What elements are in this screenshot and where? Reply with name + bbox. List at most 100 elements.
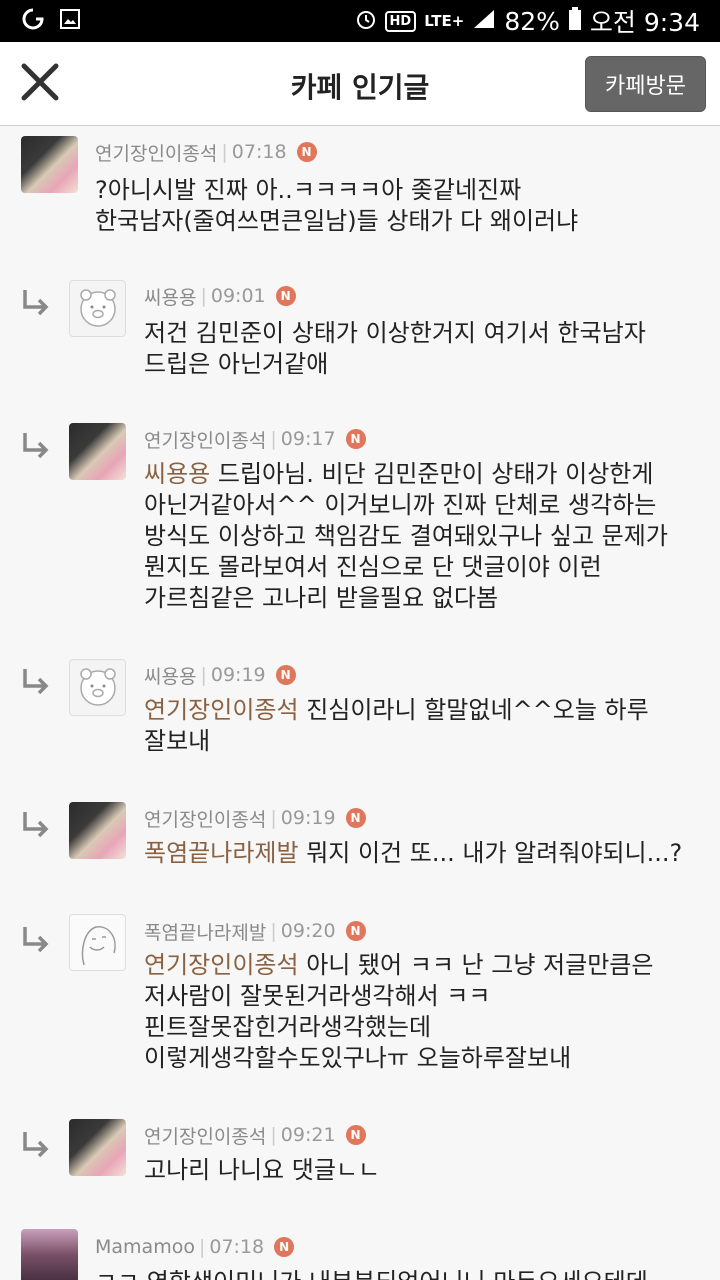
comment-author[interactable]: 연기장인이종석	[144, 805, 266, 832]
comment-meta: 연기장인이종석 | 09:21 N	[144, 1120, 366, 1150]
meta-divider: |	[200, 664, 207, 686]
comment-line: 진심이라니 할말없네^^오늘 하루	[298, 696, 649, 724]
new-badge: N	[296, 142, 317, 162]
avatar[interactable]	[69, 914, 126, 971]
reply-arrow-icon	[23, 433, 49, 459]
meta-divider: |	[200, 285, 207, 307]
hd-voice-icon: HD	[384, 10, 417, 32]
battery-percent: 82%	[504, 6, 560, 36]
mention-link[interactable]: 폭염끝나라제발	[144, 839, 299, 867]
comment-author[interactable]: Mamamoo	[95, 1236, 195, 1258]
meta-divider: |	[270, 807, 277, 829]
app-header: 카페 인기글 카페방문	[0, 42, 720, 126]
comment-author[interactable]: 연기장인이종석	[144, 1122, 266, 1149]
reply-arrow-icon	[23, 669, 49, 695]
app-notification-icon	[22, 8, 44, 35]
comment-author[interactable]: 연기장인이종석	[144, 426, 266, 453]
comment-author[interactable]: 연기장인이종석	[95, 139, 217, 166]
mention-link[interactable]: 연기장인이종석	[144, 696, 299, 724]
meta-divider: |	[198, 1236, 206, 1258]
cafe-visit-button[interactable]: 카페방문	[585, 56, 706, 112]
comment-line: 뭐지 이건 또... 내가 알려줘야되니...?	[298, 839, 683, 867]
meta-divider: |	[270, 920, 277, 942]
comment-body: ?아니시발 진짜 아..ㅋㅋㅋㅋ아 좆같네진짜 한국남자(줄여쓰면큰일남)들 상…	[95, 175, 578, 237]
comment-meta: Mamamoo | 07:18 N	[95, 1232, 295, 1262]
comment-author[interactable]: 씨용용	[144, 662, 196, 689]
comment-meta: 연기장인이종석 | 09:19 N	[144, 803, 366, 833]
new-badge: N	[345, 808, 366, 828]
comment-line: ㅋㅋ 연합생이미니가 내부분되었어니니 마두요세요테데	[95, 1267, 648, 1280]
avatar[interactable]	[21, 1229, 78, 1280]
comment-line: 뭔지도 몰라보여서 진심으로 단 댓글이야 이런	[144, 553, 602, 581]
comment-line: 저건 김민준이 상태가 이상한거지 여기서 한국남자	[144, 319, 646, 347]
comment-item[interactable]: 연기장인이종석 | 07:18 N ?아니시발 진짜 아..ㅋㅋㅋㅋ아 좆같네진…	[0, 127, 720, 270]
new-badge: N	[275, 665, 296, 685]
new-badge: N	[274, 1237, 295, 1257]
new-badge: N	[275, 286, 296, 306]
comment-time: 07:18	[209, 1236, 265, 1258]
comment-line: 아닌거같아서^^ 이거보니까 진짜 단체로 생각하는	[144, 491, 657, 519]
comment-author[interactable]: 씨용용	[144, 283, 196, 310]
new-badge: N	[345, 1125, 366, 1145]
avatar[interactable]	[69, 1119, 126, 1176]
comment-line: 드립은 아닌거같애	[144, 350, 329, 378]
reply-item[interactable]: 연기장인이종석 | 09:17 N 씨용용 드립아님. 비단 김민준만이 상태가…	[0, 418, 720, 650]
signal-icon	[472, 8, 496, 35]
meta-divider: |	[270, 428, 277, 450]
meta-divider: |	[270, 1124, 277, 1146]
reply-item[interactable]: 연기장인이종석 | 09:19 N 폭염끝나라제발 뭐지 이건 또... 내가 …	[0, 797, 720, 907]
meta-divider: |	[221, 141, 228, 163]
comment-body: 씨용용 드립아님. 비단 김민준만이 상태가 이상한게 아닌거같아서^^ 이거보…	[144, 459, 668, 614]
comment-body: 폭염끝나라제발 뭐지 이건 또... 내가 알려줘야되니...?	[144, 838, 682, 869]
comment-author[interactable]: 폭염끝나라제발	[144, 918, 266, 945]
reply-item[interactable]: 연기장인이종석 | 09:21 N 고나리 나니요 댓글ㄴㄴ	[0, 1117, 720, 1217]
reply-item[interactable]: 씨용용 | 09:19 N 연기장인이종석 진심이라니 할말없네^^오늘 하루 …	[0, 654, 720, 794]
comment-time: 09:20	[280, 920, 336, 942]
comment-line: 저사람이 잘못된거라생각해서 ㅋㅋ	[144, 982, 491, 1010]
avatar[interactable]	[69, 280, 126, 337]
comment-time: 09:01	[210, 285, 266, 307]
comment-meta: 씨용용 | 09:01 N	[144, 281, 296, 311]
mention-link[interactable]: 연기장인이종석	[144, 951, 299, 979]
reply-arrow-icon	[23, 290, 49, 316]
reply-item[interactable]: 씨용용 | 09:01 N 저건 김민준이 상태가 이상한거지 여기서 한국남자…	[0, 275, 720, 415]
kakao-character-icon	[80, 289, 116, 327]
alarm-icon	[355, 8, 377, 35]
comment-time: 09:19	[280, 807, 336, 829]
comment-meta: 폭염끝나라제발 | 09:20 N	[144, 916, 366, 946]
comment-body: 저건 김민준이 상태가 이상한거지 여기서 한국남자 드립은 아닌거같애	[144, 318, 646, 380]
comment-line: 고나리 나니요 댓글ㄴㄴ	[144, 1156, 381, 1184]
comment-item[interactable]: Mamamoo | 07:18 N ㅋㅋ 연합생이미니가 내부분되었어니니 마두…	[0, 1227, 720, 1280]
reply-arrow-icon	[23, 927, 49, 953]
avatar[interactable]	[69, 659, 126, 716]
image-notification-icon	[60, 8, 80, 34]
avatar[interactable]	[69, 423, 126, 480]
comment-line: 드립아님. 비단 김민준만이 상태가 이상한게	[210, 460, 654, 488]
clock: 오전 9:34	[589, 8, 700, 37]
comment-body: 고나리 나니요 댓글ㄴㄴ	[144, 1155, 380, 1186]
comment-line: ?아니시발 진짜 아..ㅋㅋㅋㅋ아 좆같네진짜	[95, 176, 522, 204]
mention-link[interactable]: 씨용용	[144, 460, 210, 488]
comment-meta: 연기장인이종석 | 07:18 N	[95, 137, 317, 167]
comment-time: 09:17	[280, 428, 336, 450]
reply-arrow-icon	[23, 812, 49, 838]
new-badge: N	[345, 429, 366, 449]
comment-meta: 씨용용 | 09:19 N	[144, 660, 296, 690]
comment-time: 07:18	[231, 141, 287, 163]
comment-meta: 연기장인이종석 | 09:17 N	[144, 424, 366, 454]
comment-body: 연기장인이종석 진심이라니 할말없네^^오늘 하루 잘보내	[144, 695, 649, 757]
comment-line: 가르침같은 고나리 받을필요 없다봄	[144, 584, 499, 612]
comment-body: 연기장인이종석 아니 됐어 ㅋㅋ 난 그냥 저글만큼은 저사람이 잘못된거라생각…	[144, 950, 653, 1074]
comment-line: 핀트잘못잡힌거라생각했는데	[144, 1013, 432, 1041]
network-type: LTE+	[424, 12, 465, 30]
reply-item[interactable]: 폭염끝나라제발 | 09:20 N 연기장인이종석 아니 됐어 ㅋㅋ 난 그냥 …	[0, 912, 720, 1117]
close-button[interactable]	[18, 60, 62, 104]
new-badge: N	[345, 921, 366, 941]
battery-icon	[568, 6, 582, 36]
avatar[interactable]	[69, 802, 126, 859]
comment-line: 이렇게생각할수도있구나ㅠ 오늘하루잘보내	[144, 1044, 572, 1072]
comment-body: ㅋㅋ 연합생이미니가 내부분되었어니니 마두요세요테데	[95, 1267, 648, 1280]
avatar[interactable]	[21, 136, 78, 193]
comment-time: 09:21	[280, 1124, 336, 1146]
comment-line: 방식도 이상하고 책임감도 결여돼있구나 싶고 문제가	[144, 522, 668, 550]
